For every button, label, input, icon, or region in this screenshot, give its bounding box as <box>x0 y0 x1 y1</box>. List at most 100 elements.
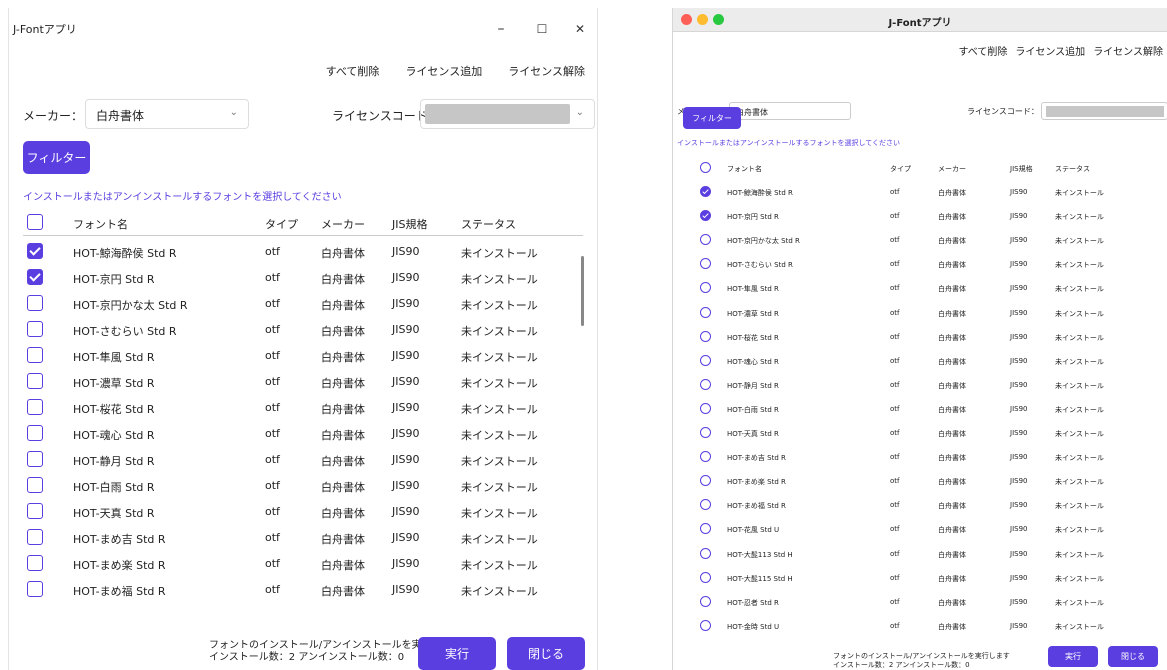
table-row[interactable]: HOT-大髭115 Std H otf 白舟書体 JIS90 未インストール <box>683 566 1167 590</box>
maker-cell: 白舟書体 <box>321 533 365 546</box>
table-row[interactable]: HOT-天真 Std R otf 白舟書体 JIS90 未インストール <box>23 499 583 525</box>
row-radio[interactable] <box>700 427 711 439</box>
filter-button[interactable]: フィルター <box>23 141 90 174</box>
table-row[interactable]: HOT-まめ吉 Std R otf 白舟書体 JIS90 未インストール <box>23 525 583 551</box>
row-checkbox[interactable] <box>27 399 43 415</box>
row-checkbox[interactable] <box>27 477 43 493</box>
delete-all-button[interactable]: すべて削除 <box>326 63 380 79</box>
table-row[interactable]: HOT-桜花 Std R otf 白舟書体 JIS90 未インストール <box>23 395 583 421</box>
row-checkbox[interactable] <box>27 347 43 363</box>
table-row[interactable]: HOT-白雨 Std R otf 白舟書体 JIS90 未インストール <box>683 397 1167 421</box>
table-row[interactable]: HOT-天真 Std R otf 白舟書体 JIS90 未インストール <box>683 421 1167 445</box>
maker-cell: 白舟書体 <box>938 405 966 414</box>
row-radio[interactable] <box>700 378 711 390</box>
table-row[interactable]: HOT-白雨 Std R otf 白舟書体 JIS90 未インストール <box>23 473 583 499</box>
maker-cell: 白舟書体 <box>938 357 966 366</box>
scrollbar[interactable] <box>581 256 584 326</box>
row-radio[interactable] <box>700 402 711 414</box>
close-button[interactable]: 閉じる <box>1108 646 1158 667</box>
table-row[interactable]: HOT-さむらい Std R otf 白舟書体 JIS90 未インストール <box>23 317 583 343</box>
row-checkbox[interactable] <box>27 503 43 519</box>
table-row[interactable]: HOT-まめ福 Std R otf 白舟書体 JIS90 未インストール <box>683 493 1167 517</box>
row-radio[interactable] <box>700 282 711 294</box>
jis-cell: JIS90 <box>1010 429 1028 438</box>
license-code-input[interactable] <box>1041 102 1167 120</box>
table-header: フォント名 タイプ メーカー JIS規格 ステータス <box>23 210 583 236</box>
table-row[interactable]: HOT-花風 Std U otf 白舟書体 JIS90 未インストール <box>683 517 1167 541</box>
select-all-checkbox[interactable] <box>27 214 43 230</box>
table-row[interactable]: HOT-京円かな太 Std R otf 白舟書体 JIS90 未インストール <box>683 228 1167 252</box>
row-checkbox[interactable] <box>27 321 43 337</box>
close-window-button[interactable]: ✕ <box>562 16 598 42</box>
type-cell: otf <box>265 505 280 518</box>
jis-cell: JIS90 <box>392 401 420 414</box>
delete-all-button[interactable]: すべて削除 <box>958 43 1007 58</box>
row-radio[interactable] <box>700 595 711 607</box>
table-row[interactable]: HOT-まめ楽 Std R otf 白舟書体 JIS90 未インストール <box>683 469 1167 493</box>
row-radio[interactable] <box>700 186 711 198</box>
table-row[interactable]: HOT-隼風 Std R otf 白舟書体 JIS90 未インストール <box>23 343 583 369</box>
table-row[interactable]: HOT-さむらい Std R otf 白舟書体 JIS90 未インストール <box>683 252 1167 276</box>
table-row[interactable]: HOT-隼風 Std R otf 白舟書体 JIS90 未インストール <box>683 276 1167 300</box>
row-radio[interactable] <box>700 234 711 246</box>
row-radio[interactable] <box>700 499 711 511</box>
run-button[interactable]: 実行 <box>418 637 496 670</box>
table-row[interactable]: HOT-金時 Std U otf 白舟書体 JIS90 未インストール <box>683 614 1167 638</box>
maker-select[interactable]: 白舟書体 ⌄ <box>85 99 249 129</box>
maker-cell: 白舟書体 <box>938 526 966 535</box>
row-radio[interactable] <box>700 571 711 583</box>
table-row[interactable]: HOT-まめ福 Std R otf 白舟書体 JIS90 未インストール <box>23 577 583 603</box>
row-checkbox[interactable] <box>27 295 43 311</box>
table-row[interactable]: HOT-鯨海酔侯 Std R otf 白舟書体 JIS90 未インストール <box>683 180 1167 204</box>
table-row[interactable]: HOT-鯨海酔侯 Std R otf 白舟書体 JIS90 未インストール <box>23 239 583 265</box>
row-radio[interactable] <box>700 475 711 487</box>
remove-license-button[interactable]: ライセンス解除 <box>508 63 585 79</box>
status-cell: 未インストール <box>1055 189 1104 198</box>
row-checkbox[interactable] <box>27 425 43 441</box>
row-radio[interactable] <box>700 451 711 463</box>
table-row[interactable]: HOT-静月 Std R otf 白舟書体 JIS90 未インストール <box>683 373 1167 397</box>
table-row[interactable]: HOT-まめ楽 Std R otf 白舟書体 JIS90 未インストール <box>23 551 583 577</box>
row-radio[interactable] <box>700 210 711 222</box>
table-row[interactable]: HOT-魂心 Std R otf 白舟書体 JIS90 未インストール <box>23 421 583 447</box>
maker-input[interactable]: 白舟書体 <box>729 102 851 120</box>
row-radio[interactable] <box>700 258 711 270</box>
maximize-button[interactable]: ☐ <box>524 16 560 42</box>
license-code-select[interactable]: ⌄ <box>420 99 595 129</box>
minimize-button[interactable]: – <box>483 16 519 42</box>
column-header-status: ステータス <box>461 218 516 231</box>
table-row[interactable]: HOT-まめ吉 Std R otf 白舟書体 JIS90 未インストール <box>683 445 1167 469</box>
remove-license-button[interactable]: ライセンス解除 <box>1093 43 1163 58</box>
font-name-cell: HOT-金時 Std U <box>727 622 780 631</box>
table-row[interactable]: HOT-忍者 Std R otf 白舟書体 JIS90 未インストール <box>683 590 1167 614</box>
row-checkbox[interactable] <box>27 243 43 259</box>
row-radio[interactable] <box>700 547 711 559</box>
row-checkbox[interactable] <box>27 373 43 389</box>
table-row[interactable]: HOT-桜花 Std R otf 白舟書体 JIS90 未インストール <box>683 325 1167 349</box>
filter-button[interactable]: フィルター <box>683 107 741 129</box>
row-radio[interactable] <box>700 354 711 366</box>
table-row[interactable]: HOT-京円 Std R otf 白舟書体 JIS90 未インストール <box>683 204 1167 228</box>
table-row[interactable]: HOT-濃草 Std R otf 白舟書体 JIS90 未インストール <box>683 301 1167 325</box>
close-button[interactable]: 閉じる <box>507 637 585 670</box>
row-checkbox[interactable] <box>27 555 43 571</box>
row-checkbox[interactable] <box>27 451 43 467</box>
row-radio[interactable] <box>700 619 711 631</box>
table-row[interactable]: HOT-大髭113 Std H otf 白舟書体 JIS90 未インストール <box>683 542 1167 566</box>
row-checkbox[interactable] <box>27 581 43 597</box>
row-radio[interactable] <box>700 306 711 318</box>
row-radio[interactable] <box>700 330 711 342</box>
table-row[interactable]: HOT-京円 Std R otf 白舟書体 JIS90 未インストール <box>23 265 583 291</box>
add-license-button[interactable]: ライセンス追加 <box>1015 43 1085 58</box>
add-license-button[interactable]: ライセンス追加 <box>405 63 482 79</box>
row-radio[interactable] <box>700 523 711 535</box>
run-button[interactable]: 実行 <box>1048 646 1098 667</box>
table-row[interactable]: HOT-静月 Std R otf 白舟書体 JIS90 未インストール <box>23 447 583 473</box>
select-all-radio[interactable] <box>700 162 711 173</box>
table-row[interactable]: HOT-京円かな太 Std R otf 白舟書体 JIS90 未インストール <box>23 291 583 317</box>
table-row[interactable]: HOT-濃草 Std R otf 白舟書体 JIS90 未インストール <box>23 369 583 395</box>
table-row[interactable]: HOT-魂心 Std R otf 白舟書体 JIS90 未インストール <box>683 349 1167 373</box>
row-checkbox[interactable] <box>27 529 43 545</box>
row-checkbox[interactable] <box>27 269 43 285</box>
jis-cell: JIS90 <box>1010 380 1028 389</box>
